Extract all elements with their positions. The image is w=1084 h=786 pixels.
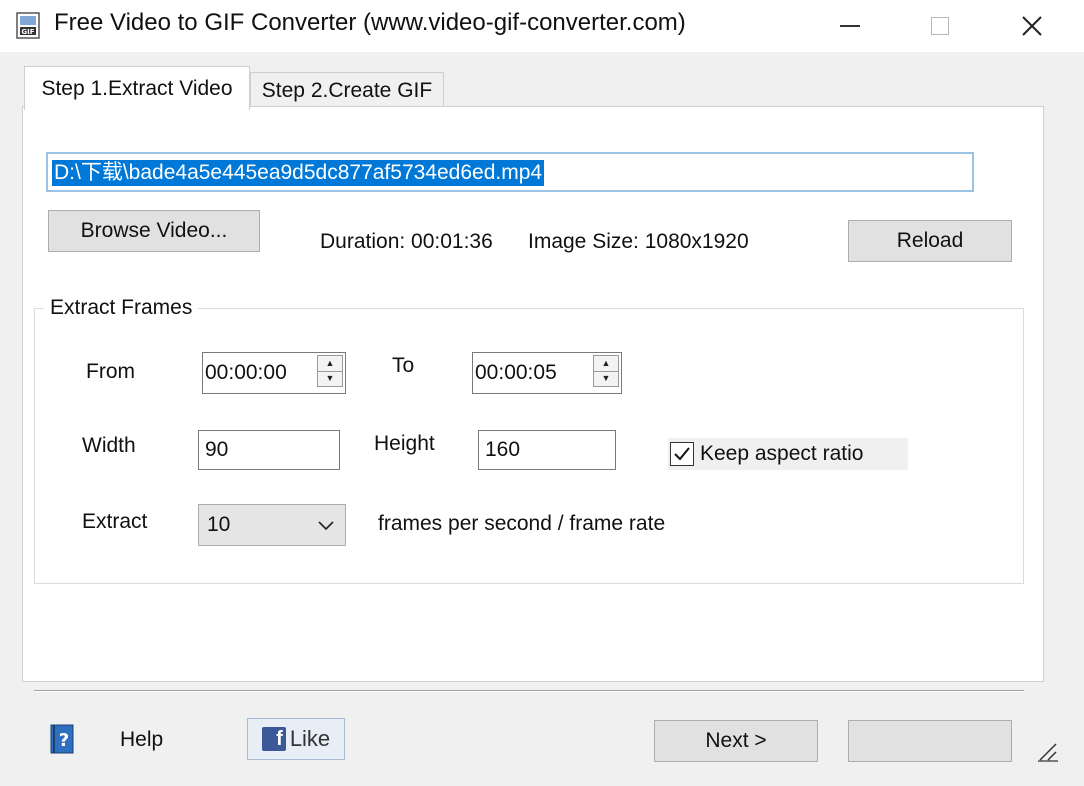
keep-aspect-ratio-checkbox[interactable]: Keep aspect ratio <box>668 438 908 470</box>
check-icon <box>674 447 690 461</box>
tab-extract-video[interactable]: Step 1.Extract Video <box>24 66 250 110</box>
from-decrement-button[interactable]: ▼ <box>317 371 343 387</box>
keep-aspect-ratio-label: Keep aspect ratio <box>700 442 864 465</box>
minimize-icon <box>840 25 860 27</box>
maximize-icon <box>931 17 949 35</box>
secondary-button[interactable] <box>848 720 1012 762</box>
facebook-like-button[interactable]: f Like <box>247 718 345 760</box>
svg-text:?: ? <box>59 730 69 751</box>
to-time-value[interactable]: 00:00:05 <box>475 361 557 385</box>
footer-divider <box>34 690 1024 692</box>
tab-create-gif[interactable]: Step 2.Create GIF <box>250 72 444 108</box>
reload-button[interactable]: Reload <box>848 220 1012 262</box>
maximize-button[interactable] <box>912 0 968 52</box>
minimize-button[interactable] <box>822 0 878 52</box>
checkbox-box[interactable] <box>670 442 694 466</box>
from-time-value[interactable]: 00:00:00 <box>205 361 287 385</box>
chevron-down-icon <box>318 521 334 531</box>
chevron-up-icon: ▲ <box>325 357 335 368</box>
video-path-input[interactable]: D:\下载\bade4a5e445ea9d5dc877af5734ed6ed.m… <box>46 152 974 192</box>
fps-value: 10 <box>207 513 231 536</box>
like-label: Like <box>289 726 331 751</box>
fps-suffix-label: frames per second / frame rate <box>378 512 666 535</box>
from-time-stepper[interactable]: 00:00:00 ▲ ▼ <box>202 352 346 394</box>
to-label: To <box>392 354 415 377</box>
image-size-text: Image Size: 1080x1920 <box>528 230 749 253</box>
window-title: Free Video to GIF Converter (www.video-g… <box>54 9 686 36</box>
chevron-up-icon: ▲ <box>601 357 611 368</box>
chevron-down-icon: ▼ <box>601 373 611 384</box>
to-decrement-button[interactable]: ▼ <box>593 371 619 387</box>
fps-select[interactable]: 10 <box>198 504 346 546</box>
width-input[interactable]: 90 <box>198 430 340 470</box>
width-label: Width <box>82 434 136 457</box>
from-label: From <box>86 360 135 383</box>
resize-grip-icon[interactable] <box>1036 740 1060 764</box>
facebook-icon: f <box>261 727 286 751</box>
svg-text:GIF: GIF <box>21 28 34 36</box>
browse-video-button[interactable]: Browse Video... <box>48 210 260 252</box>
gif-app-icon: GIF <box>16 12 42 40</box>
height-label: Height <box>374 432 435 455</box>
to-time-stepper[interactable]: 00:00:05 ▲ ▼ <box>472 352 622 394</box>
height-input[interactable]: 160 <box>478 430 616 470</box>
to-increment-button[interactable]: ▲ <box>593 355 619 372</box>
from-increment-button[interactable]: ▲ <box>317 355 343 372</box>
close-icon <box>1022 16 1042 36</box>
help-book-icon[interactable]: ? <box>50 724 74 754</box>
duration-text: Duration: 00:01:36 <box>320 230 493 253</box>
close-button[interactable] <box>1004 0 1060 52</box>
next-button[interactable]: Next > <box>654 720 818 762</box>
chevron-down-icon: ▼ <box>325 373 335 384</box>
extract-frames-title: Extract Frames <box>44 296 199 320</box>
help-link[interactable]: Help <box>120 728 163 752</box>
extract-label: Extract <box>82 510 148 533</box>
video-path-text: D:\下载\bade4a5e445ea9d5dc877af5734ed6ed.m… <box>52 160 545 186</box>
